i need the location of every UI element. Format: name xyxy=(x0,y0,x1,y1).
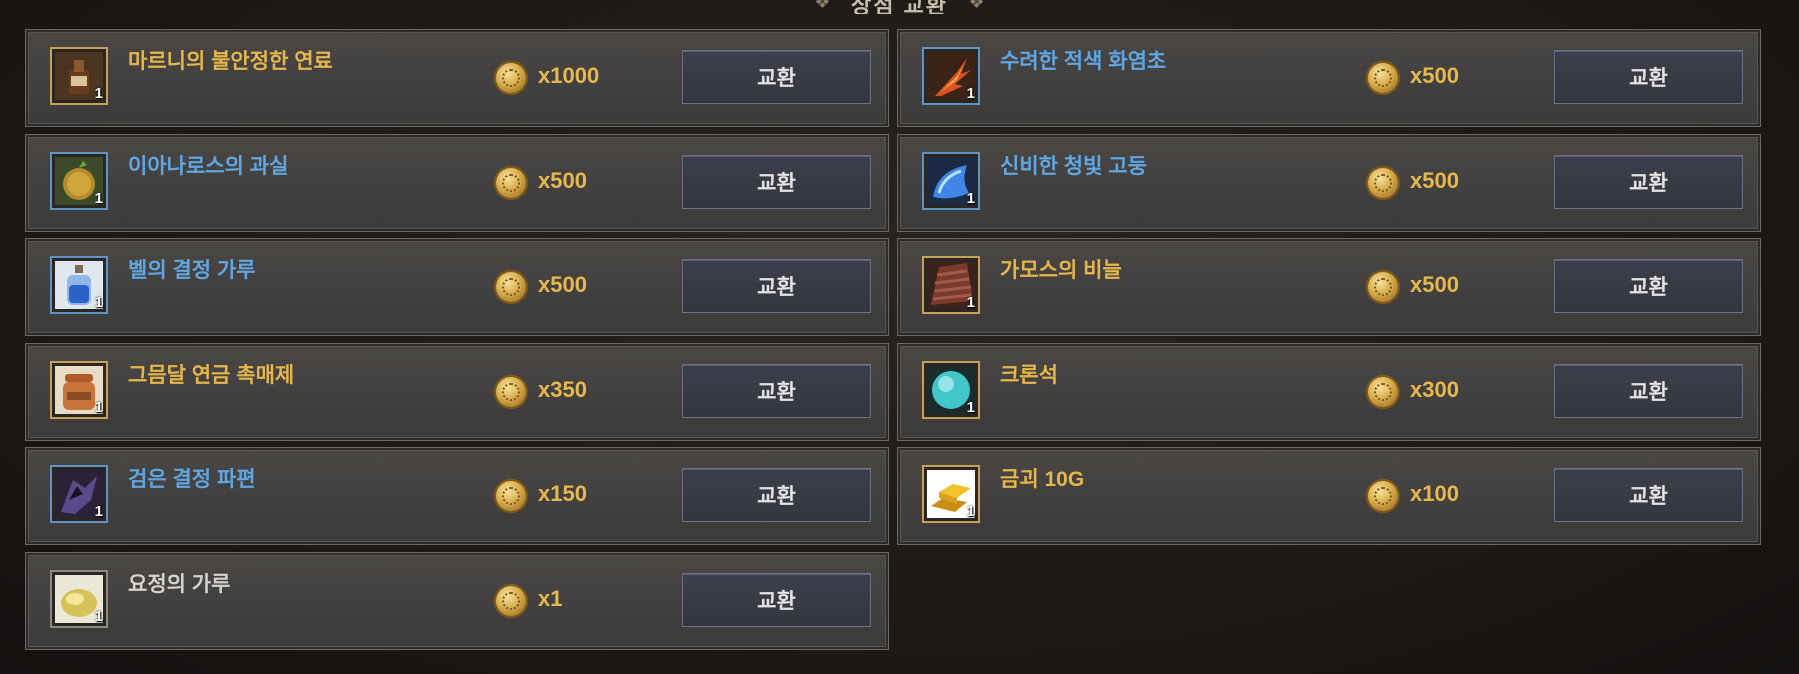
item-price: x100 xyxy=(1410,481,1459,506)
exchange-button[interactable]: 교환 xyxy=(1554,259,1743,313)
item-price: x350 xyxy=(538,376,587,402)
coin-icon xyxy=(494,61,528,95)
item-name: 요정의 가루 xyxy=(128,572,231,596)
item-price: x500 xyxy=(1410,167,1459,193)
item-name: 수려한 적색 화염초 xyxy=(1000,50,1167,73)
item-quantity: 1 xyxy=(966,398,975,416)
exchange-button[interactable]: 교환 xyxy=(682,468,871,522)
exchange-button[interactable]: 교환 xyxy=(682,259,871,313)
item-slot[interactable]: 1 xyxy=(50,569,108,628)
exchange-item-row: 1 크론석 x300 교환 xyxy=(897,342,1761,441)
item-slot[interactable]: 1 xyxy=(922,151,980,210)
item-price: x500 xyxy=(1410,272,1459,297)
exchange-button[interactable]: 교환 xyxy=(1554,468,1743,522)
item-name: 크론석 xyxy=(1000,363,1058,387)
item-quantity: 1 xyxy=(966,294,975,311)
exchange-item-row: 1 금괴 10G x100 교환 xyxy=(897,447,1761,545)
coin-icon xyxy=(1366,479,1400,513)
exchange-item-row: 1 검은 결정 파편 x150 교환 xyxy=(25,447,889,545)
exchange-item-row: 1 그믐달 연금 촉매제 x350 교환 xyxy=(25,342,889,441)
item-price: x500 xyxy=(538,272,587,297)
page-title: 상점 교환 xyxy=(850,0,949,14)
coin-icon xyxy=(1366,165,1400,200)
exchange-button[interactable]: 교환 xyxy=(682,154,871,209)
exchange-item-row: 1 수려한 적색 화염초 x500 교환 xyxy=(897,29,1761,127)
item-price: x300 xyxy=(1410,376,1459,402)
item-quantity: 1 xyxy=(94,85,103,102)
item-price: x500 xyxy=(538,167,587,193)
exchange-button[interactable]: 교환 xyxy=(1554,154,1743,209)
item-price: x150 xyxy=(538,481,587,506)
item-price: x1 xyxy=(538,585,563,611)
exchange-item-row: 1 요정의 가루 x1 교환 xyxy=(25,551,889,650)
item-slot[interactable]: 1 xyxy=(922,256,980,314)
item-quantity: 1 xyxy=(94,398,103,416)
exchange-button[interactable]: 교환 xyxy=(682,50,871,104)
item-quantity: 1 xyxy=(966,503,975,520)
coin-icon xyxy=(494,270,528,304)
coin-icon xyxy=(1366,61,1400,95)
item-name: 검은 결정 파편 xyxy=(128,468,256,491)
item-slot[interactable]: 1 xyxy=(50,465,108,523)
item-slot[interactable]: 1 xyxy=(922,360,980,419)
item-name: 신비한 청빛 고둥 xyxy=(1000,154,1147,178)
item-slot[interactable]: 1 xyxy=(50,256,108,314)
ornament-left-icon: ❖ xyxy=(814,0,831,12)
item-name: 금괴 10G xyxy=(1000,468,1085,491)
exchange-item-row: 1 가모스의 비늘 x500 교환 xyxy=(897,238,1761,336)
coin-icon xyxy=(494,374,528,409)
item-name: 가모스의 비늘 xyxy=(1000,259,1122,282)
item-slot[interactable]: 1 xyxy=(50,47,108,105)
coin-icon xyxy=(1366,270,1400,304)
item-price: x1000 xyxy=(538,63,600,88)
item-quantity: 1 xyxy=(94,503,103,520)
ornament-right-icon: ❖ xyxy=(968,0,985,12)
coin-icon xyxy=(494,479,528,513)
item-name: 마르니의 불안정한 연료 xyxy=(128,50,333,73)
exchange-button[interactable]: 교환 xyxy=(1554,50,1743,104)
exchange-item-row: 1 벨의 결정 가루 x500 교환 xyxy=(25,238,889,336)
item-slot[interactable]: 1 xyxy=(50,360,108,419)
shop-header: ❖ 상점 교환 ❖ xyxy=(0,0,1799,14)
exchange-button[interactable]: 교환 xyxy=(682,363,871,418)
exchange-button[interactable]: 교환 xyxy=(682,572,871,627)
item-slot[interactable]: 1 xyxy=(922,47,980,105)
coin-icon xyxy=(494,165,528,200)
item-quantity: 1 xyxy=(94,189,103,207)
item-name: 이아나로스의 과실 xyxy=(128,154,289,178)
item-name: 그믐달 연금 촉매제 xyxy=(128,363,295,387)
coin-icon xyxy=(494,583,528,618)
exchange-item-row: 1 마르니의 불안정한 연료 x1000 교환 xyxy=(25,29,889,127)
item-slot[interactable]: 1 xyxy=(50,151,108,210)
exchange-button[interactable]: 교환 xyxy=(1554,363,1743,418)
item-name: 벨의 결정 가루 xyxy=(128,259,256,282)
item-price: x500 xyxy=(1410,63,1459,88)
coin-icon xyxy=(1366,374,1400,409)
exchange-item-row: 1 이아나로스의 과실 x500 교환 xyxy=(25,133,889,232)
item-quantity: 1 xyxy=(966,189,975,207)
item-quantity: 1 xyxy=(94,607,103,625)
item-quantity: 1 xyxy=(966,85,975,102)
item-slot[interactable]: 1 xyxy=(922,465,980,523)
exchange-item-row: 1 신비한 청빛 고둥 x500 교환 xyxy=(897,133,1761,232)
item-quantity: 1 xyxy=(94,294,103,311)
